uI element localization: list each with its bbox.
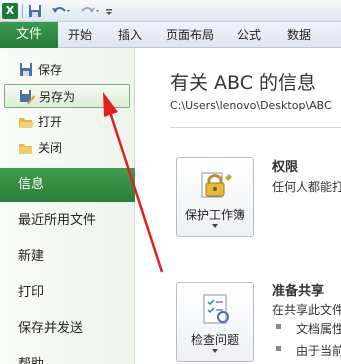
- backstage-nav: 保存 另存为 打开 关闭 信息 最近所用文件 新建 打印 保存并发送 帮助: [0, 48, 135, 364]
- button-label: 保护工作簿: [184, 208, 245, 222]
- category-info[interactable]: 信息: [0, 168, 135, 202]
- excel-logo-icon[interactable]: X: [2, 3, 18, 19]
- category-new[interactable]: 新建: [0, 240, 135, 274]
- menu-item-save[interactable]: 保存: [4, 58, 130, 82]
- category-recent[interactable]: 最近所用文件: [0, 204, 135, 238]
- tab-data[interactable]: 数据: [287, 22, 311, 48]
- file-path: C:\Users\lenovo\Desktop\ABC: [170, 99, 332, 112]
- tab-formulas[interactable]: 公式: [237, 22, 261, 48]
- save-icon[interactable]: [28, 3, 42, 19]
- permissions-heading: 权限: [272, 160, 299, 175]
- info-title: 有关 ABC 的信息: [170, 72, 317, 94]
- category-print[interactable]: 打印: [0, 276, 135, 310]
- quick-access-toolbar: X: [0, 0, 341, 22]
- menu-item-save-as[interactable]: 另存为: [4, 84, 130, 108]
- button-label: 检查问题: [190, 333, 239, 347]
- bullet-icon: [276, 324, 281, 329]
- prepare-heading: 准备共享: [272, 284, 325, 299]
- bullet-icon: [276, 346, 281, 351]
- menu-item-label: 打开: [38, 115, 63, 129]
- toolbar-separator: [22, 4, 23, 18]
- prepare-bullet: 文档属性: [296, 322, 341, 336]
- menu-item-label: 关闭: [38, 141, 63, 155]
- protect-workbook-button[interactable]: 保护工作簿: [176, 157, 254, 237]
- tab-file[interactable]: 文件: [0, 22, 58, 48]
- customize-toolbar-icon[interactable]: [104, 3, 114, 19]
- ribbon-tab-bar: 文件 开始 插入 页面布局 公式 数据: [0, 22, 341, 48]
- open-folder-icon: [19, 118, 34, 128]
- lock-key-icon: [201, 172, 232, 198]
- menu-item-label: 另存为: [39, 90, 76, 104]
- category-save-and-send[interactable]: 保存并发送: [0, 312, 135, 346]
- menu-item-open[interactable]: 打开: [4, 110, 130, 134]
- undo-icon[interactable]: [50, 3, 72, 19]
- menu-item-close[interactable]: 关闭: [4, 136, 130, 160]
- category-help[interactable]: 帮助: [0, 348, 135, 364]
- dropdown-arrow-icon: [212, 349, 218, 353]
- tab-page-layout[interactable]: 页面布局: [166, 22, 214, 48]
- save-as-icon: [20, 90, 35, 104]
- prepare-bullet: 由于当前: [296, 344, 341, 358]
- close-folder-icon: [19, 144, 32, 154]
- tab-insert[interactable]: 插入: [118, 22, 142, 48]
- dropdown-arrow-icon: [212, 224, 218, 228]
- menu-item-label: 保存: [38, 63, 63, 77]
- prepare-description: 在共享此文件: [272, 303, 341, 317]
- redo-icon[interactable]: [78, 3, 100, 19]
- tab-home[interactable]: 开始: [68, 22, 92, 48]
- checklist-icon: [203, 294, 229, 324]
- divider: [170, 127, 341, 128]
- permissions-description: 任何人都能打: [272, 180, 341, 194]
- save-icon: [20, 63, 32, 76]
- check-for-issues-button[interactable]: 检查问题: [176, 282, 254, 362]
